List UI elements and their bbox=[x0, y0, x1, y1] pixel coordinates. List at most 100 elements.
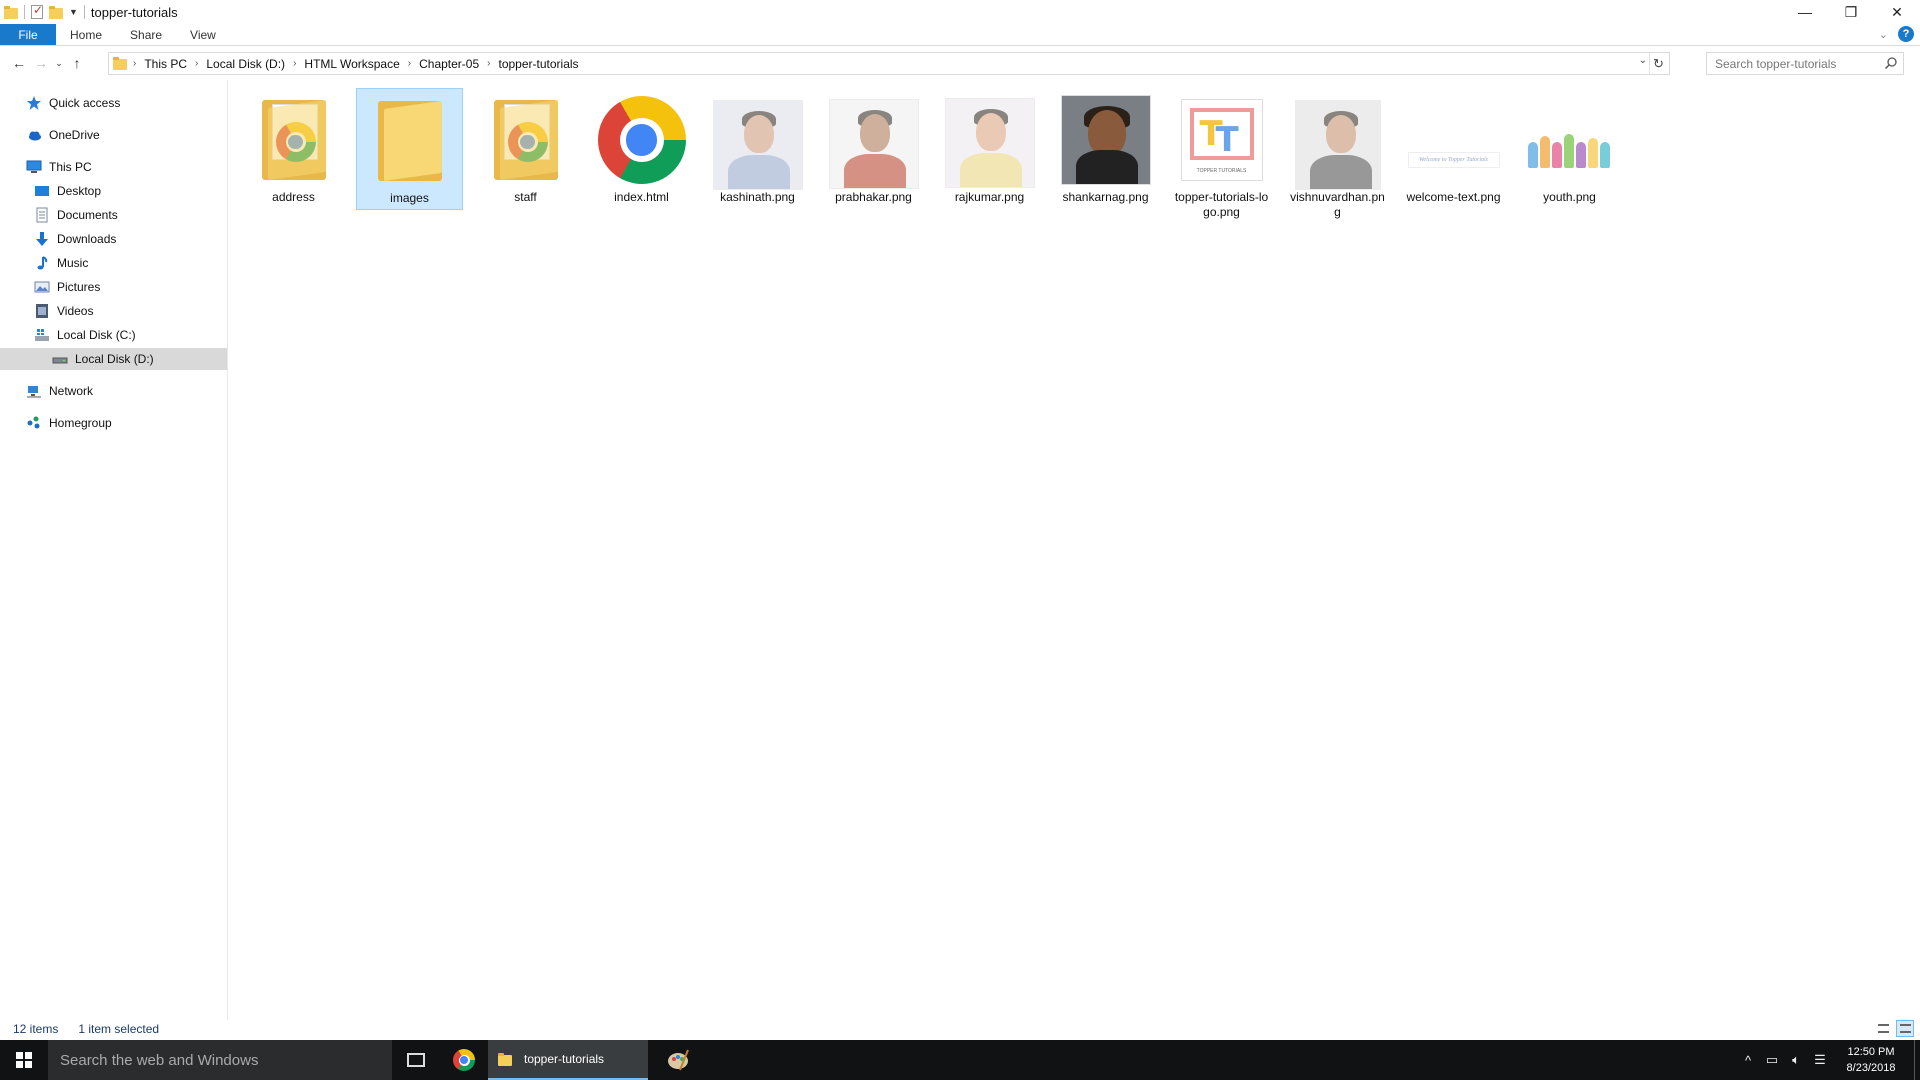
sidebar-item-documents[interactable]: Documents bbox=[34, 204, 118, 226]
taskbar-paint-button[interactable] bbox=[654, 1040, 702, 1080]
window-title: topper-tutorials bbox=[90, 4, 178, 20]
image-thumbnail bbox=[1058, 92, 1154, 188]
file-item-index-html[interactable]: index.html bbox=[588, 88, 695, 210]
new-folder-icon[interactable] bbox=[49, 5, 63, 19]
cloud-icon bbox=[29, 131, 41, 141]
downloads-icon bbox=[36, 232, 48, 246]
folder-icon bbox=[4, 5, 18, 19]
file-item-topper-tutorials-logo-png[interactable]: TT TOPPER TUTORIALS topper-tutorials-log… bbox=[1168, 88, 1275, 226]
paint-palette-icon bbox=[668, 1049, 689, 1071]
chevron-right-icon[interactable]: › bbox=[195, 58, 198, 69]
ribbon-tabs: File Home Share View ⌄ ? bbox=[0, 24, 1920, 46]
clock[interactable]: 12:50 PM 8/23/2018 bbox=[1832, 1044, 1910, 1076]
sidebar-item-desktop[interactable]: Desktop bbox=[34, 180, 101, 202]
up-arrow-icon[interactable]: ↑ bbox=[66, 50, 88, 76]
customize-toolbar-icon[interactable]: ▼ bbox=[69, 7, 78, 17]
image-thumbnail: Welcome to Topper Tutorials bbox=[1406, 92, 1502, 188]
homegroup-icon bbox=[27, 416, 40, 429]
action-center-icon[interactable]: ☰ bbox=[1808, 1040, 1832, 1080]
file-item-address[interactable]: address bbox=[240, 88, 347, 210]
task-view-icon bbox=[407, 1053, 425, 1067]
file-item-staff[interactable]: staff bbox=[472, 88, 579, 210]
image-thumbnail bbox=[1522, 92, 1618, 188]
sidebar-item-downloads[interactable]: Downloads bbox=[34, 228, 116, 250]
search-input[interactable]: Search topper-tutorials bbox=[1706, 52, 1904, 75]
refresh-icon[interactable]: ↻ bbox=[1649, 53, 1667, 74]
file-item-welcome-text-png[interactable]: Welcome to Topper Tutorials welcome-text… bbox=[1400, 88, 1507, 226]
close-button[interactable]: ✕ bbox=[1874, 0, 1920, 24]
file-item-rajkumar-png[interactable]: rajkumar.png bbox=[936, 88, 1043, 210]
tab-view[interactable]: View bbox=[176, 24, 230, 45]
file-item-prabhakar-png[interactable]: prabhakar.png bbox=[820, 88, 927, 210]
taskbar-file-explorer-button[interactable]: topper-tutorials bbox=[488, 1040, 648, 1080]
sidebar-item-local-disk-c[interactable]: Local Disk (C:) bbox=[34, 324, 136, 346]
breadcrumb-chapter-05[interactable]: Chapter-05 bbox=[419, 57, 479, 71]
address-history-dropdown-icon[interactable]: ⌄ bbox=[1639, 55, 1647, 66]
help-icon[interactable]: ? bbox=[1898, 26, 1914, 42]
expand-ribbon-icon[interactable]: ⌄ bbox=[1879, 28, 1888, 41]
chevron-right-icon[interactable]: › bbox=[133, 58, 136, 69]
folder-icon bbox=[246, 92, 342, 188]
details-view-button[interactable] bbox=[1874, 1020, 1892, 1037]
sidebar-item-quick-access[interactable]: Quick access bbox=[26, 92, 120, 114]
sidebar-item-videos[interactable]: Videos bbox=[34, 300, 93, 322]
chevron-right-icon[interactable]: › bbox=[408, 58, 411, 69]
windows-logo-icon bbox=[16, 1052, 32, 1068]
image-thumbnail bbox=[942, 92, 1038, 188]
folder-icon bbox=[362, 93, 458, 189]
properties-icon[interactable] bbox=[31, 3, 43, 19]
show-desktop-button[interactable] bbox=[1914, 1040, 1920, 1080]
file-item-images[interactable]: images bbox=[356, 88, 463, 210]
volume-icon[interactable]: 🔈︎ bbox=[1784, 1040, 1808, 1080]
sidebar-item-local-disk-d[interactable]: Local Disk (D:) bbox=[0, 348, 227, 370]
file-item-vishnuvardhan-png[interactable]: vishnuvardhan.png bbox=[1284, 88, 1391, 226]
file-list: address images staff index.html kashinat… bbox=[232, 84, 1912, 1014]
tab-file[interactable]: File bbox=[0, 24, 56, 45]
sidebar-item-label: Desktop bbox=[57, 184, 102, 198]
network-status-icon[interactable]: ▭ bbox=[1760, 1040, 1784, 1080]
breadcrumb-this-pc[interactable]: This PC bbox=[144, 57, 187, 71]
forward-arrow-icon[interactable]: → bbox=[30, 50, 52, 76]
breadcrumb-html-workspace[interactable]: HTML Workspace bbox=[304, 57, 399, 71]
address-bar[interactable]: › This PC › Local Disk (D:) › HTML Works… bbox=[108, 52, 1670, 75]
computer-icon bbox=[26, 160, 42, 173]
sidebar-item-onedrive[interactable]: OneDrive bbox=[26, 124, 100, 146]
sidebar-item-homegroup[interactable]: Homegroup bbox=[26, 412, 112, 434]
back-arrow-icon[interactable]: ← bbox=[8, 50, 30, 76]
recent-locations-icon[interactable]: ⌄ bbox=[52, 50, 66, 76]
taskbar-chrome-button[interactable] bbox=[440, 1040, 488, 1080]
breadcrumb-local-disk-d[interactable]: Local Disk (D:) bbox=[206, 57, 285, 71]
minimize-button[interactable]: — bbox=[1782, 0, 1828, 24]
network-icon bbox=[27, 386, 41, 398]
breadcrumb-topper-tutorials[interactable]: topper-tutorials bbox=[499, 57, 579, 71]
file-item-shankarnag-png[interactable]: shankarnag.png bbox=[1052, 88, 1159, 210]
chevron-right-icon[interactable]: › bbox=[293, 58, 296, 69]
sidebar-item-label: Local Disk (C:) bbox=[57, 328, 136, 342]
chevron-right-icon[interactable]: › bbox=[487, 58, 490, 69]
file-item-kashinath-png[interactable]: kashinath.png bbox=[704, 88, 811, 210]
taskbar-search-box[interactable]: Search the web and Windows bbox=[48, 1040, 392, 1080]
file-name: prabhakar.png bbox=[835, 190, 912, 204]
tab-home[interactable]: Home bbox=[56, 24, 116, 45]
file-item-youth-png[interactable]: youth.png bbox=[1516, 88, 1623, 210]
sidebar-item-label: This PC bbox=[49, 160, 92, 174]
file-name: youth.png bbox=[1543, 190, 1596, 204]
start-button[interactable] bbox=[0, 1040, 48, 1080]
tab-share[interactable]: Share bbox=[116, 24, 176, 45]
navigation-bar: ← → ⌄ ↑ › This PC › Local Disk (D:) › HT… bbox=[0, 46, 1920, 80]
search-icon[interactable] bbox=[1884, 56, 1898, 70]
show-hidden-icons-icon[interactable]: ^ bbox=[1736, 1040, 1760, 1080]
large-icons-view-button[interactable] bbox=[1896, 1020, 1914, 1037]
file-name: images bbox=[390, 191, 429, 205]
sidebar-item-label: OneDrive bbox=[49, 128, 100, 142]
sidebar-item-this-pc[interactable]: This PC bbox=[26, 156, 92, 178]
sidebar-item-music[interactable]: Music bbox=[34, 252, 88, 274]
restore-button[interactable]: ❐ bbox=[1828, 0, 1874, 24]
task-view-button[interactable] bbox=[392, 1040, 440, 1080]
sidebar-item-label: Documents bbox=[57, 208, 118, 222]
image-thumbnail bbox=[826, 92, 922, 189]
sidebar-item-network[interactable]: Network bbox=[26, 380, 93, 402]
item-count: 12 items bbox=[13, 1022, 59, 1036]
logo-image: TT TOPPER TUTORIALS bbox=[1180, 99, 1263, 181]
sidebar-item-pictures[interactable]: Pictures bbox=[34, 276, 100, 298]
